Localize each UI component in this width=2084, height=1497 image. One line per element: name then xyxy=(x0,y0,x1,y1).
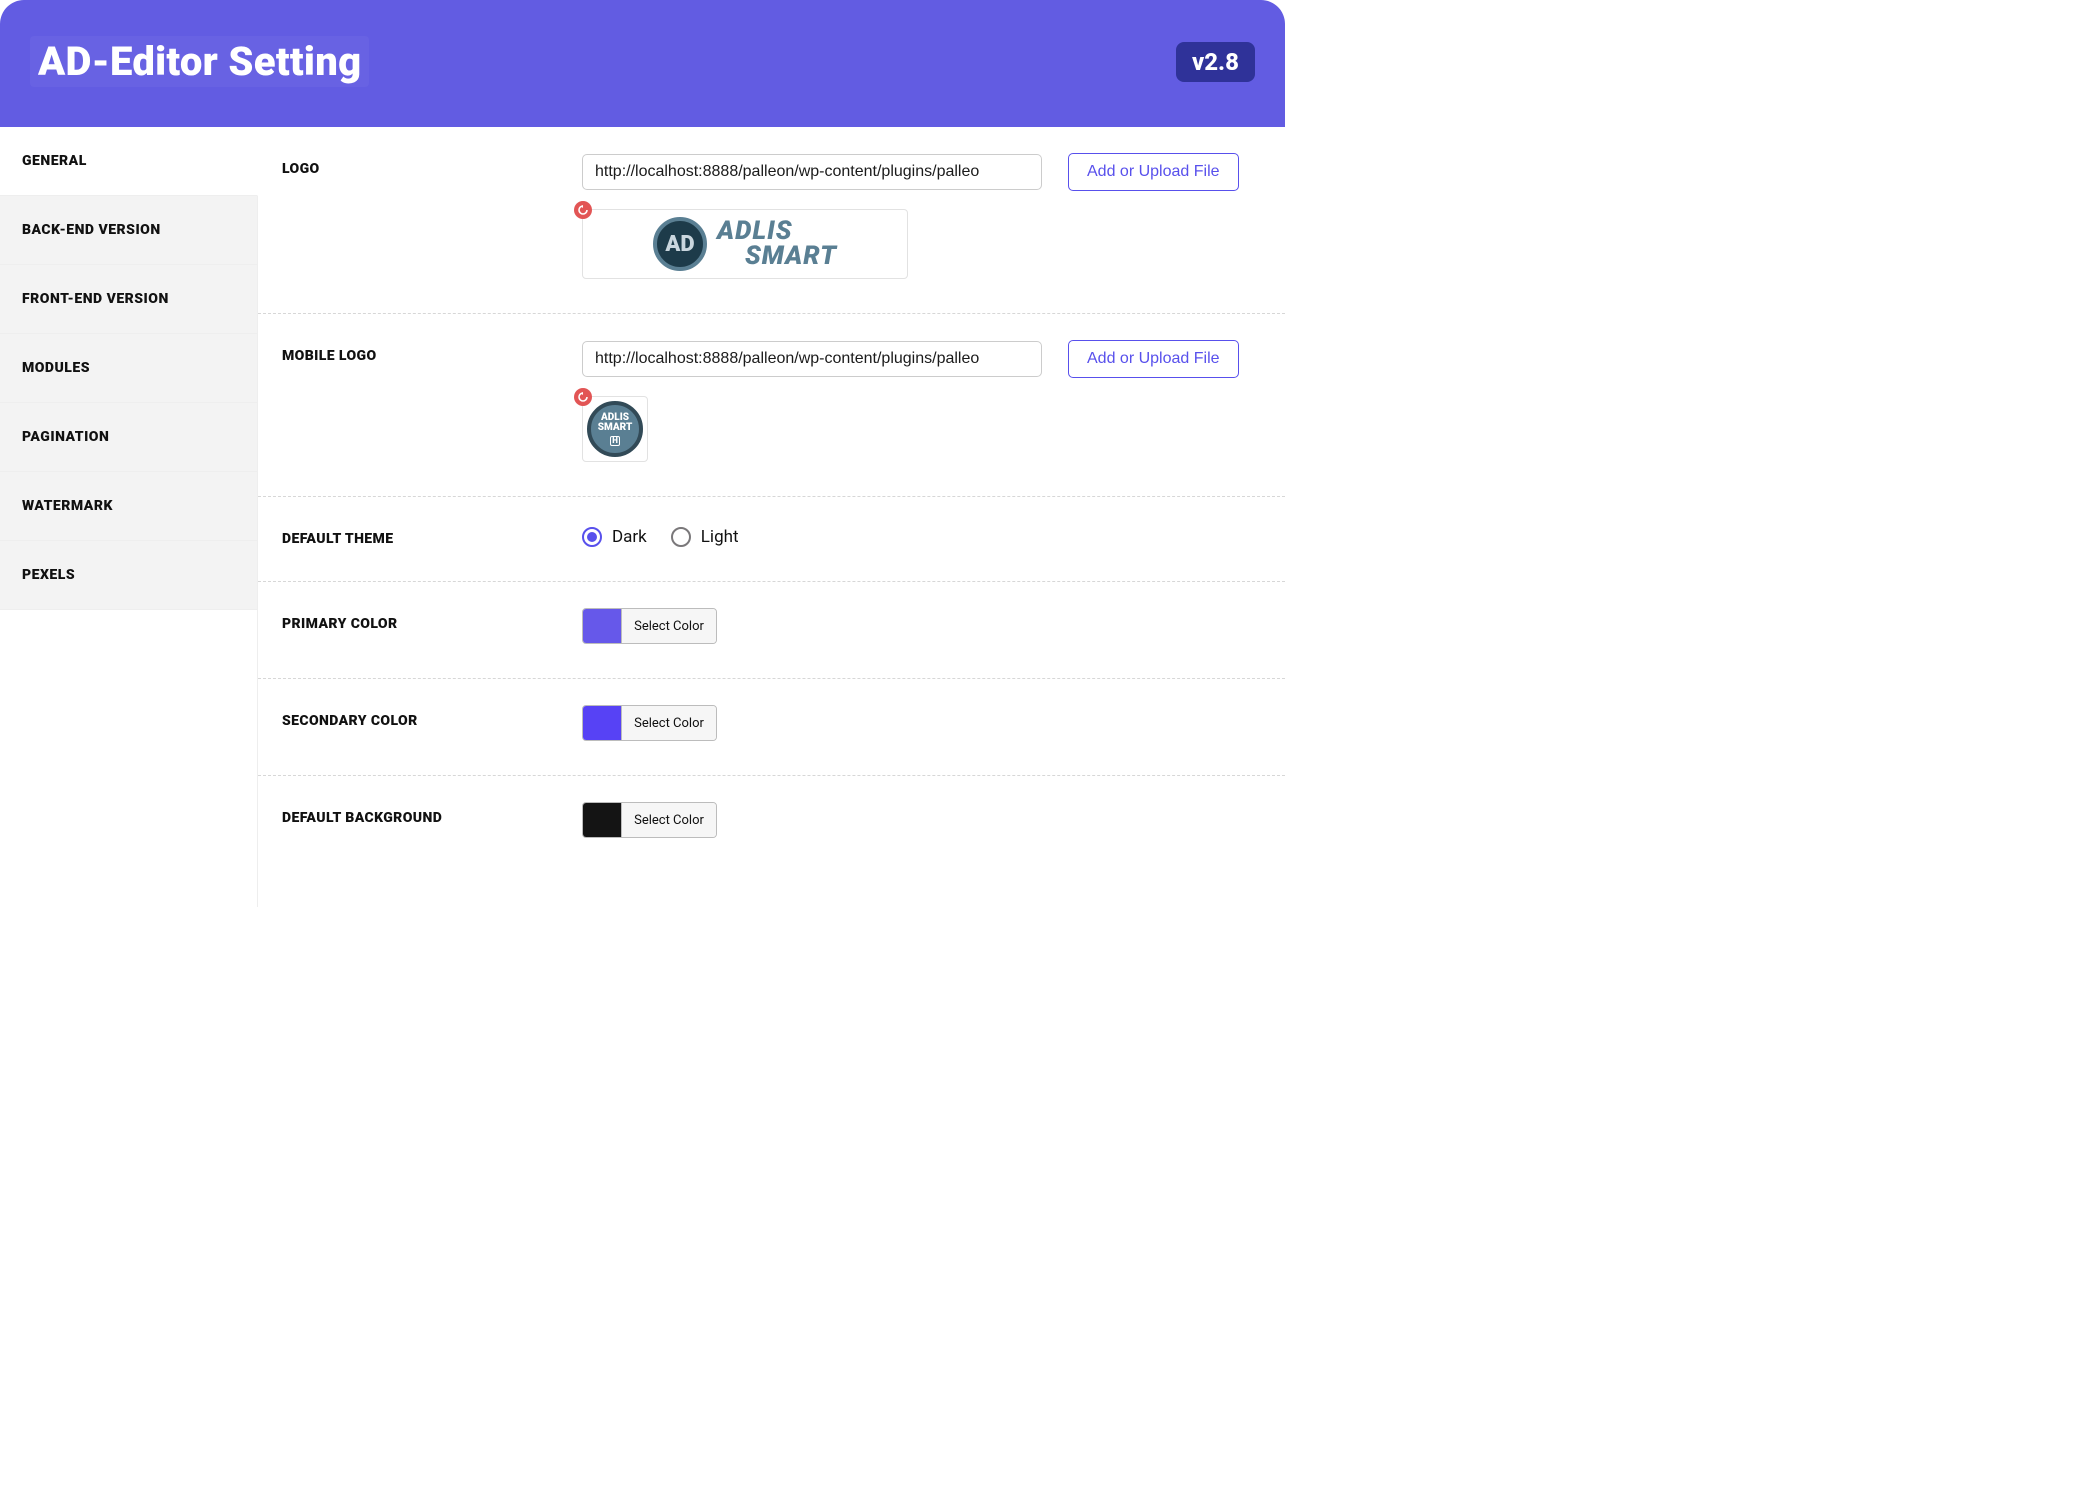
page-title: AD-Editor Setting xyxy=(30,36,369,87)
mobile-logo-url-input[interactable] xyxy=(582,341,1042,377)
theme-field: Dark Light xyxy=(582,523,1261,547)
tab-pagination[interactable]: PAGINATION xyxy=(0,403,258,472)
default-background-swatch xyxy=(583,803,621,837)
primary-color-swatch xyxy=(583,609,621,643)
logo-upload-button[interactable]: Add or Upload File xyxy=(1068,153,1239,191)
theme-radio-light-label: Light xyxy=(701,527,739,547)
mobile-logo-field: Add or Upload File ADLIS SMART H xyxy=(582,340,1261,462)
default-background-label: DEFAULT BACKGROUND xyxy=(282,802,582,826)
secondary-color-swatch xyxy=(583,706,621,740)
content: LOGO Add or Upload File AD xyxy=(258,127,1285,907)
theme-label: DEFAULT THEME xyxy=(282,523,582,547)
tab-pexels[interactable]: PEXELS xyxy=(0,541,258,610)
mobile-logo-upload-button[interactable]: Add or Upload File xyxy=(1068,340,1239,378)
secondary-color-select-label: Select Color xyxy=(621,706,716,740)
app-root: AD-Editor Setting v2.8 GENERAL BACK-END … xyxy=(0,0,1285,920)
row-default-background: DEFAULT BACKGROUND Select Color xyxy=(258,776,1285,872)
theme-radio-light[interactable]: Light xyxy=(671,527,739,547)
theme-radio-dark-label: Dark xyxy=(612,527,647,547)
mobile-logo-preview-box: ADLIS SMART H xyxy=(582,396,648,462)
secondary-color-field: Select Color xyxy=(582,705,1261,741)
mobile-logo-text-line1: ADLIS xyxy=(601,413,629,423)
logo-preview-box: AD ADLIS SMART xyxy=(582,209,908,279)
logo-wordmark: ADLIS SMART xyxy=(717,219,837,268)
logo-field: Add or Upload File AD ADLIS SMART xyxy=(582,153,1261,279)
tab-general[interactable]: GENERAL xyxy=(0,127,258,196)
primary-color-picker[interactable]: Select Color xyxy=(582,608,717,644)
sidebar: GENERAL BACK-END VERSION FRONT-END VERSI… xyxy=(0,127,258,907)
tab-frontend-version[interactable]: FRONT-END VERSION xyxy=(0,265,258,334)
secondary-color-picker[interactable]: Select Color xyxy=(582,705,717,741)
default-background-picker[interactable]: Select Color xyxy=(582,802,717,838)
logo-mark-icon: AD xyxy=(653,217,707,271)
row-mobile-logo: MOBILE LOGO Add or Upload File ADLIS xyxy=(258,314,1285,497)
tab-modules[interactable]: MODULES xyxy=(0,334,258,403)
row-primary-color: PRIMARY COLOR Select Color xyxy=(258,582,1285,679)
primary-color-field: Select Color xyxy=(582,608,1261,644)
mobile-logo-text-line2: SMART xyxy=(598,423,633,433)
logo-preview: AD ADLIS SMART xyxy=(582,209,908,279)
theme-radio-dark[interactable]: Dark xyxy=(582,527,647,547)
mobile-logo-tiny-icon: H xyxy=(610,436,620,446)
secondary-color-label: SECONDARY COLOR xyxy=(282,705,582,729)
logo-text-line2: SMART xyxy=(717,244,837,269)
row-logo: LOGO Add or Upload File AD xyxy=(258,127,1285,314)
remove-logo-button[interactable] xyxy=(574,201,592,219)
mobile-logo-preview: ADLIS SMART H xyxy=(582,396,648,462)
tab-watermark[interactable]: WATERMARK xyxy=(0,472,258,541)
logo-url-input[interactable] xyxy=(582,154,1042,190)
header: AD-Editor Setting v2.8 xyxy=(0,0,1285,127)
mobile-logo-label: MOBILE LOGO xyxy=(282,340,582,364)
primary-color-select-label: Select Color xyxy=(621,609,716,643)
default-background-select-label: Select Color xyxy=(621,803,716,837)
tab-backend-version[interactable]: BACK-END VERSION xyxy=(0,196,258,265)
sidebar-fill xyxy=(0,610,258,907)
adlis-logo: AD ADLIS SMART xyxy=(653,217,837,271)
remove-mobile-logo-button[interactable] xyxy=(574,388,592,406)
body: GENERAL BACK-END VERSION FRONT-END VERSI… xyxy=(0,127,1285,907)
default-background-field: Select Color xyxy=(582,802,1261,838)
row-default-theme: DEFAULT THEME Dark Light xyxy=(258,497,1285,582)
version-badge: v2.8 xyxy=(1176,42,1255,82)
row-secondary-color: SECONDARY COLOR Select Color xyxy=(258,679,1285,776)
mobile-logo-mark-icon: ADLIS SMART H xyxy=(587,401,643,457)
primary-color-label: PRIMARY COLOR xyxy=(282,608,582,632)
logo-label: LOGO xyxy=(282,153,582,177)
